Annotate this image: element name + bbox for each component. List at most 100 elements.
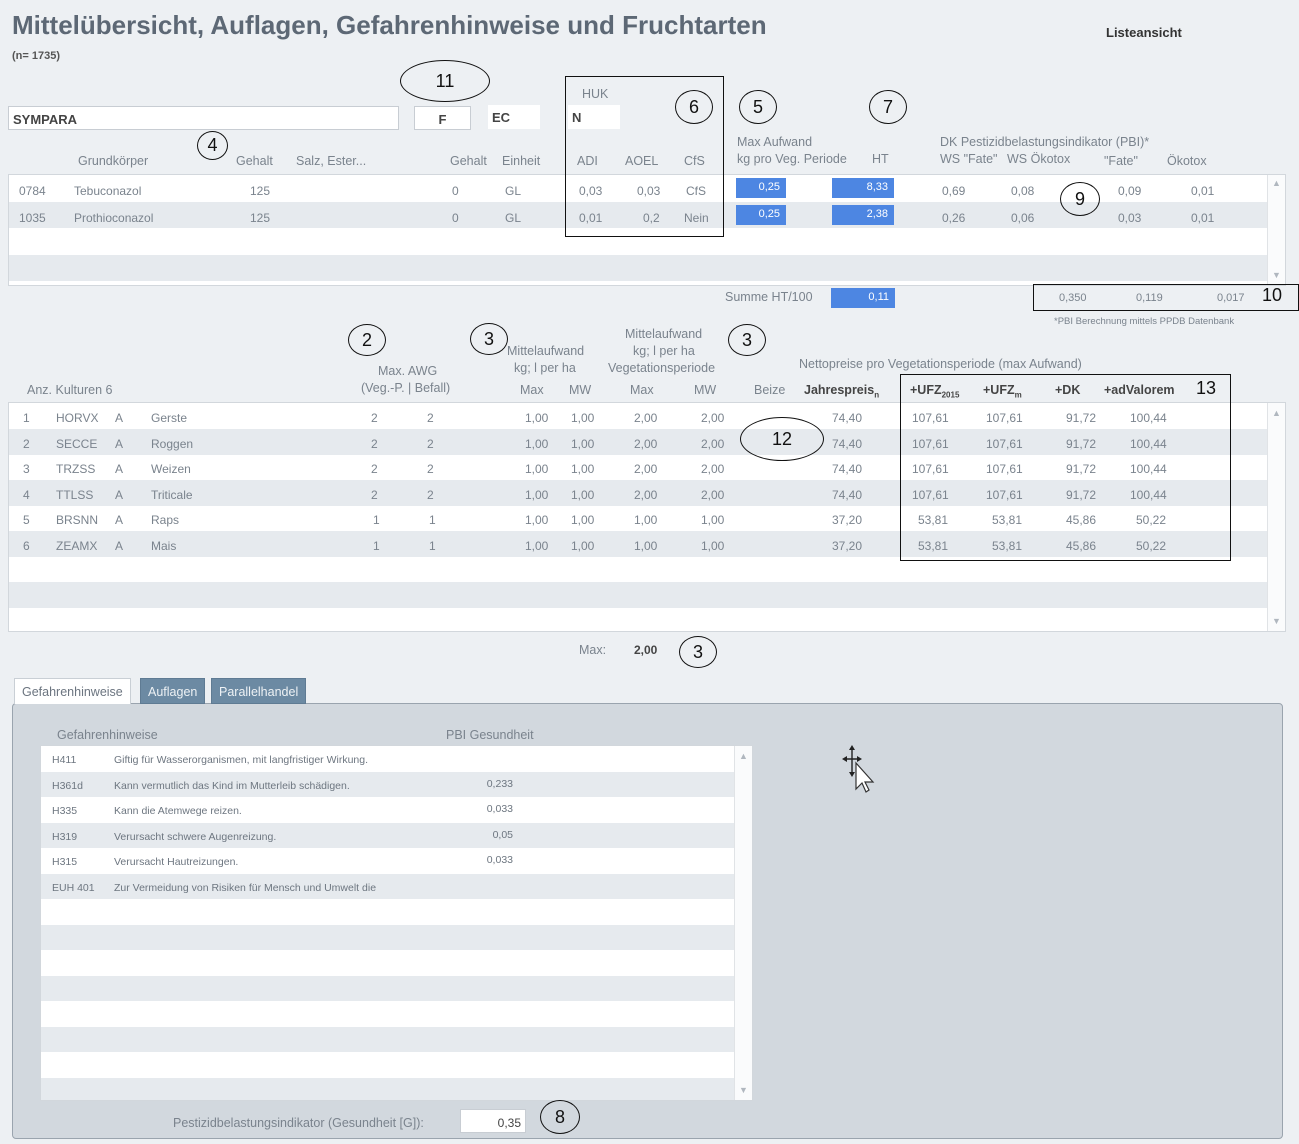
col-gefahrenhinweise: Gefahrenhinweise xyxy=(57,728,158,742)
awg-bef: 2 xyxy=(427,436,434,451)
highlight-pbi-totals xyxy=(1033,284,1299,311)
culture-nr: 2 xyxy=(23,436,30,451)
col-ws-oekotox: WS Ökotox xyxy=(1007,152,1071,166)
table-row[interactable]: H315 Verursacht Hautreizungen. 0,033 xyxy=(41,848,752,874)
hazard-pbi: 0,033 xyxy=(486,854,513,866)
summe-value: 0,11 xyxy=(831,288,895,308)
hazard-pbi: 0,233 xyxy=(486,777,513,790)
awg-veg: 2 xyxy=(371,436,378,451)
ws-fate-value: 0,26 xyxy=(942,211,966,225)
mittel-max: 1,00 xyxy=(525,513,549,527)
jahrespreis-sub: n xyxy=(874,390,880,400)
hazard-text: Giftig für Wasserorganismen, mit langfri… xyxy=(114,754,369,766)
scroll-up-icon[interactable]: ▲ xyxy=(1268,405,1285,421)
culture-typ: A xyxy=(115,436,124,451)
table-row[interactable]: H361d Kann vermutlich das Kind im Mutter… xyxy=(41,771,752,797)
col-gehalt2: Gehalt xyxy=(450,154,487,168)
veg-max: 2,00 xyxy=(634,436,658,451)
hazard-code: H411 xyxy=(52,754,77,766)
culture-typ: A xyxy=(115,487,124,502)
ws-fate-value: 0,69 xyxy=(942,184,966,198)
table-row[interactable]: H319 Verursacht schwere Augenreizung. 0,… xyxy=(41,822,752,848)
active-name: Tebuconazol xyxy=(74,184,142,198)
culture-name: Roggen xyxy=(151,436,194,451)
highlight-price-box xyxy=(900,374,1231,561)
table-row xyxy=(41,899,752,925)
culture-code: SECCE xyxy=(56,436,98,451)
culture-name: Triticale xyxy=(151,487,193,502)
callout-7: 7 xyxy=(869,90,907,124)
anz-label: Anz. Kulturen xyxy=(27,383,103,397)
table-row[interactable]: H411 Giftig für Wasserorganismen, mit la… xyxy=(41,746,752,772)
culture-code: BRSNN xyxy=(56,513,99,527)
hazard-text: Zur Vermeidung von Risiken für Mensch un… xyxy=(114,881,377,894)
product-type-field[interactable]: F xyxy=(414,106,471,130)
culture-typ: A xyxy=(115,538,124,553)
tab-parallelhandel[interactable]: Parallelhandel xyxy=(211,678,307,704)
cultures-scrollbar[interactable]: ▲ ▼ xyxy=(1267,403,1285,631)
tab-auflagen[interactable]: Auflagen xyxy=(140,678,206,704)
jahrespreis-value: 74,40 xyxy=(832,436,863,451)
callout-8: 8 xyxy=(540,1100,580,1134)
callout-4: 4 xyxy=(197,131,228,160)
col-max2: Max xyxy=(630,383,654,397)
col-max-aufwand-sub: kg pro Veg. Periode xyxy=(737,152,847,166)
product-name-field[interactable]: SYMPARA xyxy=(8,106,399,130)
scroll-up-icon[interactable]: ▲ xyxy=(1268,175,1285,191)
ws-oekotox-value: 0,06 xyxy=(1011,211,1035,225)
actives-scrollbar[interactable]: ▲ ▼ xyxy=(1267,175,1285,285)
awg-bef: 1 xyxy=(429,513,436,527)
culture-nr: 6 xyxy=(23,538,30,553)
pbi-gesundheit-field[interactable]: 0,35 xyxy=(460,1109,526,1133)
veg-max: 1,00 xyxy=(634,513,658,527)
col-salz: Salz, Ester... xyxy=(296,154,367,168)
active-gehalt2: 0 xyxy=(452,211,459,225)
hazards-scrollbar[interactable]: ▲ ▼ xyxy=(734,746,752,1100)
ht-bar: 2,38 xyxy=(832,205,894,225)
callout-3-top: 3 xyxy=(728,324,766,356)
culture-typ: A xyxy=(115,513,124,527)
mittel-max: 1,00 xyxy=(525,538,549,553)
hazard-code: H335 xyxy=(52,805,78,817)
ws-oekotox-value: 0,08 xyxy=(1011,184,1035,198)
col-vegetationsperiode: Vegetationsperiode xyxy=(608,361,716,375)
col-einheit: Einheit xyxy=(502,154,541,168)
scroll-down-icon[interactable]: ▼ xyxy=(735,1082,752,1098)
awg-bef: 1 xyxy=(429,538,436,553)
formulation-field[interactable]: EC xyxy=(488,105,540,129)
col-ht: HT xyxy=(872,152,889,166)
scroll-down-icon[interactable]: ▼ xyxy=(1268,613,1285,629)
jahrespreis-label: Jahrespreis xyxy=(804,383,875,397)
jahrespreis-value: 37,20 xyxy=(832,513,863,527)
col-mittelaufwand: Mittelaufwand xyxy=(507,344,585,358)
scroll-down-icon[interactable]: ▼ xyxy=(1268,267,1285,283)
anz-count: 6 xyxy=(105,383,113,397)
col-dk-title: DK Pestizidbelastungsindikator (PBI)* xyxy=(940,135,1150,149)
col-mittelaufwand-veg-sub: kg; l per ha xyxy=(633,344,695,358)
veg-mw: 2,00 xyxy=(701,436,725,451)
max-label: Max: xyxy=(579,643,607,657)
active-gehalt2: 0 xyxy=(452,184,459,198)
table-row xyxy=(41,975,752,1001)
hazard-code: EUH 401 xyxy=(52,881,95,894)
culture-typ: A xyxy=(115,462,124,476)
culture-code: HORVX xyxy=(56,411,99,425)
table-row[interactable]: EUH 401 Zur Vermeidung von Risiken für M… xyxy=(41,873,752,899)
scroll-up-icon[interactable]: ▲ xyxy=(735,748,752,764)
awg-veg: 2 xyxy=(371,487,378,502)
col-max-aufwand: Max Aufwand xyxy=(737,135,813,149)
tab-gefahrenhinweise[interactable]: Gefahrenhinweise xyxy=(14,678,131,704)
veg-max: 2,00 xyxy=(634,487,658,502)
jahrespreis-value: 74,40 xyxy=(832,462,863,476)
max-value: 2,00 xyxy=(634,643,658,657)
active-gehalt: 125 xyxy=(250,184,271,198)
culture-code: TRZSS xyxy=(56,462,96,476)
jahrespreis-value: 74,40 xyxy=(832,411,863,425)
col-pbi-gesundheit: PBI Gesundheit xyxy=(446,728,534,742)
jahrespreis-value: 37,20 xyxy=(832,538,863,553)
active-code: 0784 xyxy=(19,184,46,198)
table-row[interactable]: H335 Kann die Atemwege reizen. 0,033 xyxy=(41,797,752,823)
awg-bef: 2 xyxy=(427,462,434,476)
mittel-max: 1,00 xyxy=(525,436,549,451)
list-view-link[interactable]: Listeansicht xyxy=(1106,25,1182,40)
